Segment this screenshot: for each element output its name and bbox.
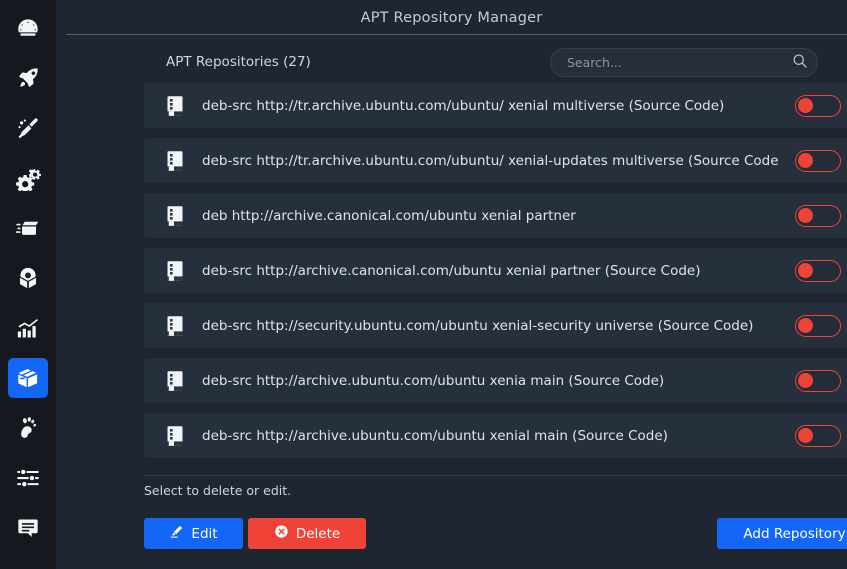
- dashboard-gauge-icon: [15, 15, 41, 41]
- toggle-knob: [798, 372, 813, 388]
- repository-enable-toggle[interactable]: [795, 259, 841, 282]
- repository-label: deb-src http://archive.canonical.com/ubu…: [202, 262, 701, 279]
- repo-file-icon: [162, 313, 188, 339]
- package-box-icon: [15, 365, 41, 391]
- page-title: APT Repository Manager: [360, 9, 543, 26]
- toggle-knob: [798, 97, 813, 113]
- toggle-knob: [798, 427, 813, 443]
- sidebar-item-packages[interactable]: [8, 358, 48, 398]
- search-box[interactable]: [550, 48, 818, 77]
- toggle-knob: [798, 207, 813, 223]
- delete-button[interactable]: Delete: [248, 518, 366, 549]
- repository-enable-toggle[interactable]: [795, 94, 841, 117]
- repository-row[interactable]: deb-src http://tr.archive.ubuntu.com/ubu…: [144, 138, 847, 183]
- search-icon: [792, 53, 808, 72]
- main-panel: APT Repository Manager APT Repositories …: [56, 0, 847, 569]
- bar-chart-icon: [15, 315, 41, 341]
- sidebar-item-dashboard[interactable]: [8, 8, 48, 48]
- repo-file-icon: [162, 368, 188, 394]
- repository-label: deb-src http://tr.archive.ubuntu.com/ubu…: [202, 152, 779, 169]
- repository-enable-toggle[interactable]: [795, 424, 841, 447]
- edit-button[interactable]: Edit: [144, 518, 243, 549]
- chat-icon: [15, 515, 41, 541]
- footer-divider: [144, 475, 847, 476]
- edit-button-label: Edit: [191, 525, 218, 542]
- rocket-icon: [15, 65, 41, 91]
- sidebar-item-feedback[interactable]: [8, 508, 48, 548]
- repository-enable-toggle[interactable]: [795, 369, 841, 392]
- selection-hint: Select to delete or edit.: [144, 483, 292, 498]
- repository-row[interactable]: deb-src http://archive.ubuntu.com/ubuntu…: [144, 358, 847, 403]
- sidebar-item-desktop[interactable]: [8, 408, 48, 448]
- repository-list[interactable]: deb-src http://tr.archive.ubuntu.com/ubu…: [144, 83, 847, 491]
- gnome-foot-icon: [15, 415, 41, 441]
- toggle-knob: [798, 152, 813, 168]
- repository-label: deb http://archive.canonical.com/ubuntu …: [202, 207, 576, 224]
- repository-label: deb-src http://archive.ubuntu.com/ubuntu…: [202, 372, 665, 389]
- repository-row[interactable]: deb-src http://archive.ubuntu.com/ubuntu…: [144, 413, 847, 458]
- broom-icon: [15, 115, 41, 141]
- sidebar-item-cleaner[interactable]: [8, 108, 48, 148]
- repository-row[interactable]: deb-src http://archive.canonical.com/ubu…: [144, 248, 847, 293]
- sliders-icon: [15, 465, 41, 491]
- sidebar-item-services[interactable]: [8, 158, 48, 198]
- disk-icon: [15, 265, 41, 291]
- toggle-knob: [798, 317, 813, 333]
- pencil-icon: [169, 524, 184, 543]
- boot-loader-icon: [15, 215, 41, 241]
- sidebar-item-tweaks[interactable]: [8, 458, 48, 498]
- x-circle-icon: [274, 524, 289, 543]
- search-input[interactable]: [551, 55, 785, 70]
- delete-button-label: Delete: [295, 525, 341, 542]
- repository-enable-toggle[interactable]: [795, 149, 841, 172]
- search-button[interactable]: [785, 49, 815, 76]
- repository-row[interactable]: deb http://archive.canonical.com/ubuntu …: [144, 193, 847, 238]
- repository-label: deb-src http://archive.ubuntu.com/ubuntu…: [202, 427, 668, 444]
- titlebar: APT Repository Manager: [56, 0, 847, 35]
- app-window: APT Repository Manager APT Repositories …: [0, 0, 847, 569]
- repo-file-icon: [162, 148, 188, 174]
- repo-file-icon: [162, 93, 188, 119]
- sidebar-item-boost[interactable]: [8, 58, 48, 98]
- add-repository-button[interactable]: Add Repository: [717, 518, 847, 549]
- add-repository-button-label: Add Repository: [743, 525, 846, 542]
- sidebar-item-monitor[interactable]: [8, 308, 48, 348]
- repository-row[interactable]: deb-src http://tr.archive.ubuntu.com/ubu…: [144, 83, 847, 128]
- sidebar: [0, 0, 56, 569]
- repository-row[interactable]: deb-src http://security.ubuntu.com/ubunt…: [144, 303, 847, 348]
- gears-icon: [15, 165, 41, 191]
- repo-file-icon: [162, 203, 188, 229]
- content-area: APT Repositories (27) deb-src http://tr.…: [56, 35, 847, 569]
- sidebar-item-boot[interactable]: [8, 208, 48, 248]
- repo-file-icon: [162, 258, 188, 284]
- toggle-knob: [798, 262, 813, 278]
- sidebar-item-disk[interactable]: [8, 258, 48, 298]
- repository-label: deb-src http://security.ubuntu.com/ubunt…: [202, 317, 754, 334]
- repository-enable-toggle[interactable]: [795, 204, 841, 227]
- repository-label: deb-src http://tr.archive.ubuntu.com/ubu…: [202, 97, 725, 114]
- repository-list-title: APT Repositories (27): [166, 54, 311, 70]
- repo-file-icon: [162, 423, 188, 449]
- repository-enable-toggle[interactable]: [795, 314, 841, 337]
